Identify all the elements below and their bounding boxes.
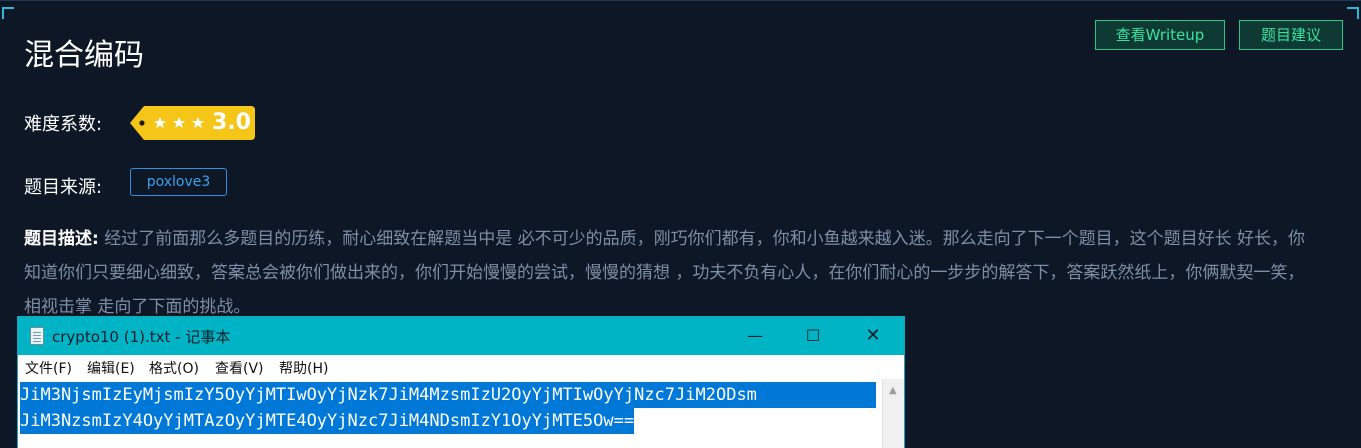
menu-edit[interactable]: 编辑(E) bbox=[87, 358, 135, 378]
notepad-text-area[interactable]: JiM3NjsmIzEyMjsmIzY5OyYjMTIwOyYjNzk7JiM4… bbox=[18, 379, 882, 448]
notepad-titlebar[interactable]: crypto10 (1).txt - 记事本 — ☐ ✕ bbox=[18, 317, 904, 355]
corner-decoration bbox=[2, 7, 14, 19]
difficulty-label: 难度系数: bbox=[24, 114, 103, 135]
challenge-title: 混合编码 bbox=[24, 38, 144, 73]
suggest-button[interactable]: 题目建议 bbox=[1239, 20, 1343, 50]
description-text: 经过了前面那么多题目的历练，耐心细致在解题当中是 必不可少的品质，刚巧你们都有，… bbox=[24, 229, 1306, 317]
minimize-button[interactable]: — bbox=[726, 317, 784, 355]
menu-format[interactable]: 格式(O) bbox=[149, 358, 199, 378]
source-label: 题目来源: bbox=[24, 177, 103, 198]
notepad-icon bbox=[30, 327, 44, 345]
difficulty-value: 3.0 bbox=[212, 110, 251, 135]
encoded-text-line: JiM3NjsmIzEyMjsmIzY5OyYjMTIwOyYjNzk7JiM4… bbox=[20, 382, 876, 408]
source-tag[interactable]: poxlove3 bbox=[130, 168, 227, 196]
description-label: 题目描述: bbox=[24, 229, 99, 249]
scroll-up-icon[interactable]: ▲ bbox=[889, 385, 897, 396]
notepad-window-title: crypto10 (1).txt - 记事本 bbox=[52, 328, 231, 346]
close-button[interactable]: ✕ bbox=[844, 317, 902, 355]
encoded-text-line: JiM3NzsmIzY4OyYjMTAzOyYjMTE4OyYjNzc7JiM4… bbox=[20, 408, 635, 434]
menu-help[interactable]: 帮助(H) bbox=[279, 358, 328, 378]
menu-view[interactable]: 查看(V) bbox=[215, 358, 264, 378]
vertical-scrollbar[interactable]: ▲ bbox=[882, 379, 904, 448]
maximize-button[interactable]: ☐ bbox=[784, 317, 842, 355]
menu-file[interactable]: 文件(F) bbox=[25, 358, 72, 378]
view-writeup-button[interactable]: 查看Writeup bbox=[1095, 20, 1225, 50]
challenge-description: 题目描述: 经过了前面那么多题目的历练，耐心细致在解题当中是 必不可少的品质，刚… bbox=[24, 222, 1314, 324]
corner-decoration bbox=[1347, 7, 1359, 19]
notepad-menubar: 文件(F) 编辑(E) 格式(O) 查看(V) 帮助(H) bbox=[18, 355, 904, 379]
notepad-window: crypto10 (1).txt - 记事本 — ☐ ✕ 文件(F) 编辑(E)… bbox=[18, 317, 904, 448]
